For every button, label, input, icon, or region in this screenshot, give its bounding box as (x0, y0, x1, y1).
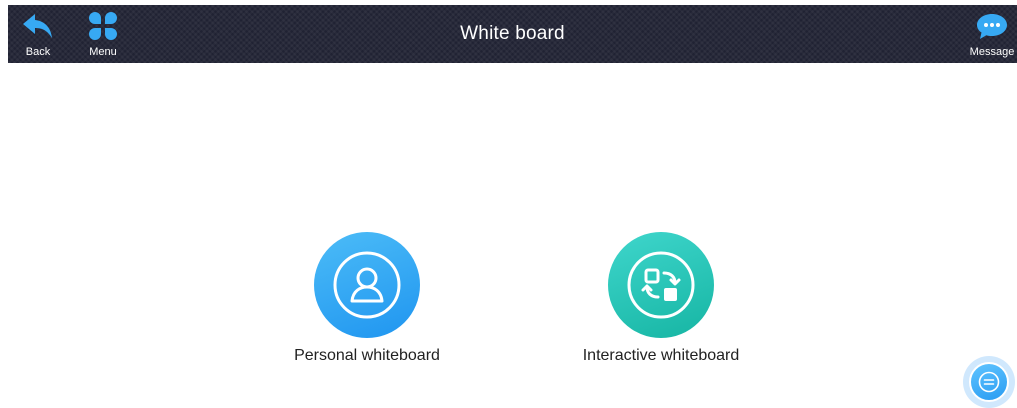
personal-whiteboard-label: Personal whiteboard (294, 347, 440, 364)
floating-menu-button[interactable] (963, 356, 1015, 408)
menu-button[interactable]: Menu (87, 5, 119, 63)
personal-whiteboard-button[interactable] (314, 232, 420, 338)
message-label: Message (969, 46, 1015, 58)
sync-icon (627, 251, 695, 319)
chat-bubble-icon (976, 11, 1008, 41)
menu-lines-icon (978, 371, 1000, 393)
person-icon (333, 251, 401, 319)
page-title: White board (460, 23, 565, 44)
interactive-whiteboard-label: Interactive whiteboard (582, 347, 740, 364)
back-arrow-icon (22, 11, 54, 41)
floating-button-inner (969, 362, 1009, 402)
grid-menu-icon (88, 11, 118, 41)
back-button[interactable]: Back (22, 5, 54, 63)
personal-whiteboard-option[interactable]: Personal whiteboard (287, 232, 447, 365)
interactive-whiteboard-button[interactable] (608, 232, 714, 338)
top-navigation-bar: Back Menu White board Message (8, 5, 1017, 63)
interactive-whiteboard-option[interactable]: Interactive whiteboard (574, 232, 748, 365)
message-button[interactable]: Message (967, 5, 1017, 63)
white-board-screen: Back Menu White board Message Personal w… (0, 0, 1017, 408)
menu-label: Menu (89, 46, 117, 58)
back-label: Back (25, 46, 51, 58)
